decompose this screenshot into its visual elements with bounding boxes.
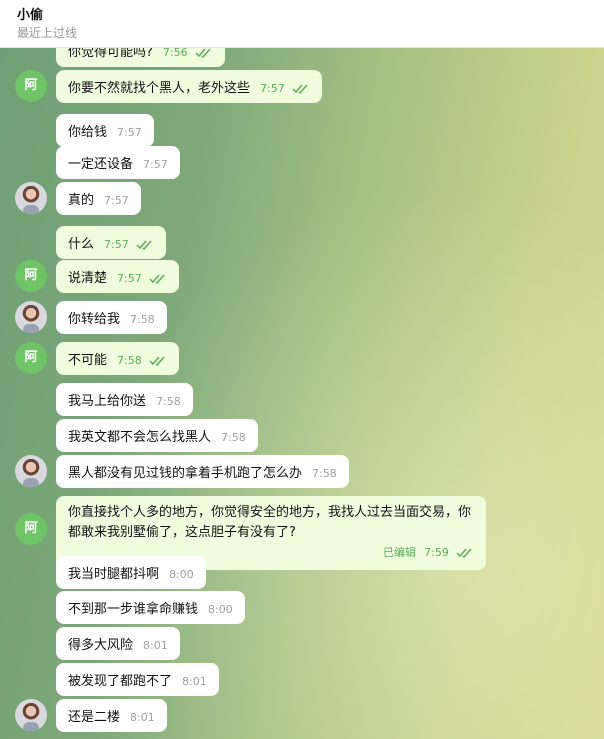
avatar[interactable] xyxy=(15,182,47,214)
contact-status: 最近上过线 xyxy=(17,26,78,40)
message-bubble[interactable]: 你转给我 7:58 xyxy=(56,301,167,334)
message-text: 你给钱 xyxy=(68,125,108,140)
read-check-icon xyxy=(149,274,165,284)
avatar[interactable] xyxy=(15,301,47,333)
message-time: 7:58 xyxy=(156,395,181,408)
avatar[interactable]: 阿 xyxy=(15,260,47,292)
message-bubble[interactable]: 黑人都没有见过钱的拿着手机跑了怎么办 7:58 xyxy=(56,455,349,488)
message-time: 8:01 xyxy=(143,639,168,652)
chat-header[interactable]: 小偷 最近上过线 xyxy=(0,0,604,48)
read-check-icon xyxy=(195,48,211,58)
message-bubble[interactable]: 得多大风险 8:01 xyxy=(56,627,180,660)
message-time: 8:00 xyxy=(169,568,194,581)
message-text: 我马上给你送 xyxy=(68,394,147,409)
message-text: 你转给我 xyxy=(68,312,121,327)
message-text: 我当时腿都抖啊 xyxy=(68,567,160,582)
message-bubble[interactable]: 真的 7:57 xyxy=(56,182,141,215)
message-time: 8:01 xyxy=(130,711,155,724)
message-text: 你要不然就找个黑人，老外这些 xyxy=(68,81,251,96)
message-text: 不到那一步谁拿命赚钱 xyxy=(68,602,199,617)
message-text: 真的 xyxy=(68,193,95,208)
message-bubble[interactable]: 你觉得可能吗? 7:56 xyxy=(56,48,225,67)
message-time: 8:01 xyxy=(182,675,207,688)
message-text: 什么 xyxy=(68,237,95,252)
message-time: 7:57 xyxy=(117,272,142,285)
message-time: 7:57 xyxy=(260,82,285,95)
message-time: 7:58 xyxy=(312,467,337,480)
message-list[interactable]: 你觉得可能吗? 7:56 阿 你要不然就找个黑人，老外这些 7:57 你给钱 7:57… xyxy=(0,48,604,739)
message-time: 7:59 xyxy=(424,546,449,559)
message-bubble[interactable]: 我英文都不会怎么找黑人 7:58 xyxy=(56,419,258,452)
avatar[interactable] xyxy=(15,699,47,731)
message-time: 8:00 xyxy=(208,603,233,616)
message-text: 说清楚 xyxy=(68,271,108,286)
message-text: 被发现了都跑不了 xyxy=(68,674,173,689)
message-bubble[interactable]: 不到那一步谁拿命赚钱 8:00 xyxy=(56,591,245,624)
message-bubble[interactable]: 说清楚 7:57 xyxy=(56,260,179,293)
avatar[interactable]: 阿 xyxy=(15,513,47,545)
message-text: 你直接找个人多的地方，你觉得安全的地方，我找人过去当面交易，你都敢来我别墅偷了，… xyxy=(68,505,472,540)
message-bubble[interactable]: 你给钱 7:57 xyxy=(56,114,154,147)
message-text: 得多大风险 xyxy=(68,638,134,653)
read-check-icon xyxy=(456,548,472,558)
message-time: 7:57 xyxy=(104,238,129,251)
message-bubble[interactable]: 我马上给你送 7:58 xyxy=(56,383,193,416)
message-time: 7:58 xyxy=(117,354,142,367)
message-bubble[interactable]: 不可能 7:58 xyxy=(56,342,179,375)
contact-name: 小偷 xyxy=(17,8,44,23)
message-time: 7:58 xyxy=(130,313,155,326)
read-check-icon xyxy=(136,240,152,250)
message-text: 黑人都没有见过钱的拿着手机跑了怎么办 xyxy=(68,466,303,481)
message-time: 7:57 xyxy=(104,194,129,207)
message-time: 7:57 xyxy=(143,158,168,171)
message-time: 7:56 xyxy=(162,48,188,59)
avatar[interactable] xyxy=(15,455,47,487)
message-bubble[interactable]: 还是二楼 8:01 xyxy=(56,699,167,732)
message-text: 一定还设备 xyxy=(68,157,134,172)
message-text: 不可能 xyxy=(68,353,108,368)
avatar[interactable]: 阿 xyxy=(15,342,47,374)
message-text: 还是二楼 xyxy=(68,710,121,725)
message-time: 7:58 xyxy=(221,431,246,444)
edited-label: 已编辑 xyxy=(383,546,417,559)
message-text: 你觉得可能吗? xyxy=(68,48,153,60)
read-check-icon xyxy=(292,84,308,94)
message-bubble[interactable]: 被发现了都跑不了 8:01 xyxy=(56,663,219,696)
message-bubble[interactable]: 一定还设备 7:57 xyxy=(56,146,180,179)
message-bubble[interactable]: 我当时腿都抖啊 8:00 xyxy=(56,556,206,589)
message-bubble[interactable]: 你要不然就找个黑人，老外这些 7:57 xyxy=(56,70,322,103)
avatar[interactable]: 阿 xyxy=(15,70,47,102)
message-bubble[interactable]: 什么 7:57 xyxy=(56,226,166,259)
read-check-icon xyxy=(149,356,165,366)
message-time: 7:57 xyxy=(117,126,142,139)
message-text: 我英文都不会怎么找黑人 xyxy=(68,430,212,445)
